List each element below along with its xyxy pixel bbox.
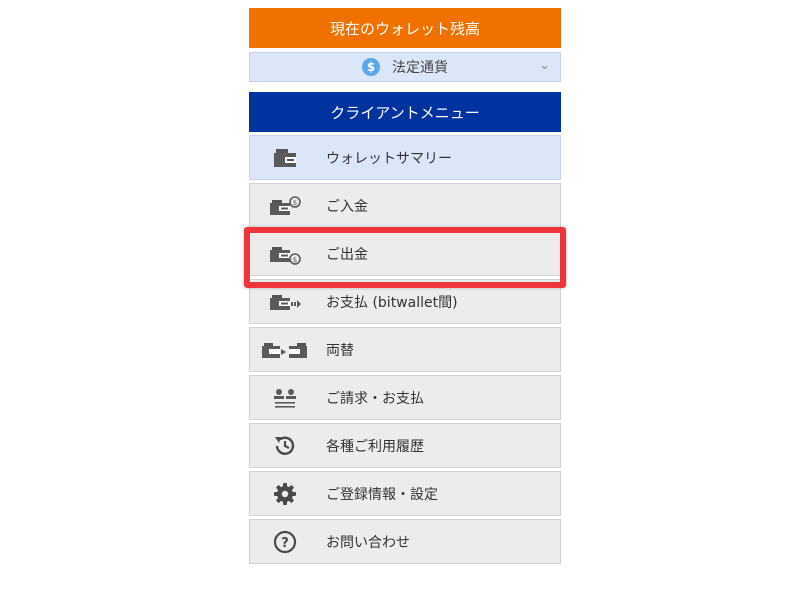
wallet-balance-label: 現在のウォレット残高 xyxy=(329,19,480,38)
menu-item-history[interactable]: 各種ご利用履歴 xyxy=(249,423,561,468)
menu-item-wallet-summary[interactable]: ウォレットサマリー xyxy=(249,135,561,180)
menu-item-label: 両替 xyxy=(326,342,354,359)
history-icon xyxy=(250,433,320,459)
wallet-deposit-icon: $ xyxy=(250,195,320,217)
exchange-icon xyxy=(250,339,320,361)
menu-item-label: お問い合わせ xyxy=(326,534,410,551)
dollar-icon: $ xyxy=(362,58,380,76)
gear-icon xyxy=(250,481,320,507)
wallet-transfer-icon xyxy=(250,291,320,313)
menu-item-label: ウォレットサマリー xyxy=(326,150,452,167)
menu-item-label: 各種ご利用履歴 xyxy=(326,438,424,455)
menu-item-billing[interactable]: ご請求・お支払 xyxy=(249,375,561,420)
wallet-balance-header[interactable]: 現在のウォレット残高 xyxy=(249,8,561,48)
svg-text:?: ? xyxy=(281,536,289,551)
client-menu-title: クライアントメニュー xyxy=(330,103,480,122)
users-transfer-icon xyxy=(250,387,320,409)
question-icon: ? xyxy=(250,529,320,555)
menu-item-label: ご登録情報・設定 xyxy=(326,486,438,503)
client-menu-header: クライアントメニュー xyxy=(249,92,561,132)
currency-select[interactable]: $ 法定通貨 ⌄ xyxy=(249,52,561,82)
menu-item-settings[interactable]: ご登録情報・設定 xyxy=(249,471,561,516)
chevron-down-icon: ⌄ xyxy=(539,58,550,73)
svg-text:$: $ xyxy=(293,199,297,207)
menu-item-label: ご入金 xyxy=(326,198,368,215)
menu-item-label: ご請求・お支払 xyxy=(326,390,424,407)
menu-item-exchange[interactable]: 両替 xyxy=(249,327,561,372)
wallet-icon xyxy=(250,147,320,169)
menu-item-label: お支払 (bitwallet間) xyxy=(326,294,458,311)
menu-item-deposit[interactable]: $ ご入金 xyxy=(249,183,561,228)
withdraw-highlight-box xyxy=(244,227,566,288)
currency-selected-label: 法定通貨 xyxy=(392,60,448,76)
menu-item-contact[interactable]: ? お問い合わせ xyxy=(249,519,561,564)
